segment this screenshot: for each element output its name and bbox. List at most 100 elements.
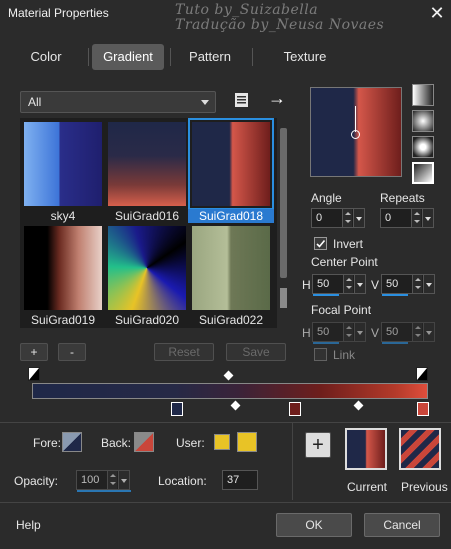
link-checkbox[interactable]: [314, 348, 327, 361]
angle-dropdown[interactable]: [353, 209, 364, 227]
focal-v-label: V: [371, 326, 380, 340]
center-h-label: H: [302, 278, 311, 292]
user-swatch-small[interactable]: [214, 434, 230, 450]
arrow-right-icon[interactable]: →: [268, 88, 286, 109]
tab-pattern[interactable]: Pattern: [174, 44, 246, 70]
category-value: All: [28, 95, 42, 109]
scrollbar-track[interactable]: [280, 128, 287, 278]
current-material-swatch[interactable]: [345, 428, 387, 470]
save-button[interactable]: Save: [226, 343, 286, 361]
vertical-divider: [292, 422, 293, 500]
transparency-midpoint[interactable]: [223, 370, 234, 381]
reset-button[interactable]: Reset: [154, 343, 214, 361]
close-icon[interactable]: ✕: [426, 2, 448, 24]
transparency-stop-end[interactable]: [416, 367, 428, 381]
current-label: Current: [347, 480, 388, 494]
center-v-spinner[interactable]: 50: [381, 274, 435, 296]
tab-texture[interactable]: Texture: [268, 44, 342, 70]
repeats-stepper-arrows[interactable]: [411, 209, 421, 227]
center-v-label: V: [371, 278, 380, 292]
color-stop-navy[interactable]: [171, 402, 183, 416]
angle-value: 0: [316, 212, 323, 224]
user-swatch[interactable]: [237, 432, 257, 452]
invert-checkbox[interactable]: [314, 237, 327, 250]
center-v-dropdown[interactable]: [423, 275, 434, 293]
center-v-slider[interactable]: [382, 294, 408, 296]
fore-label: Fore:: [33, 436, 62, 450]
focal-h-value: 50: [317, 326, 330, 338]
back-label: Back:: [101, 436, 132, 450]
sunburst-style-button[interactable]: [412, 136, 434, 158]
book-icon[interactable]: [234, 92, 250, 108]
transparency-stop-start[interactable]: [28, 367, 40, 381]
focal-v-spinner[interactable]: 50: [381, 322, 435, 344]
link-label: Link: [333, 348, 356, 362]
gallery-scrollbar[interactable]: [277, 118, 290, 328]
tab-separator: [252, 48, 253, 66]
location-field[interactable]: 37: [222, 470, 258, 490]
tab-gradient[interactable]: Gradient: [92, 44, 164, 70]
add-gradient-button[interactable]: +: [20, 343, 48, 361]
focal-v-stepper[interactable]: [412, 323, 422, 341]
color-midpoint[interactable]: [353, 400, 364, 411]
linear-style-button[interactable]: [412, 84, 434, 106]
center-h-spinner[interactable]: 50: [312, 274, 366, 296]
gradient-swatch: [192, 122, 270, 206]
center-h-dropdown[interactable]: [354, 275, 365, 293]
repeats-spinner[interactable]: 0: [380, 208, 434, 228]
radial-style-button[interactable]: [412, 162, 434, 184]
focal-v-dropdown[interactable]: [423, 323, 434, 341]
gradient-thumb-suigrad022[interactable]: SuiGrad022: [192, 226, 270, 327]
gradient-editor-bar[interactable]: [32, 383, 428, 399]
gradient-thumb-suigrad016[interactable]: SuiGrad016: [108, 122, 186, 223]
gradient-name: SuiGrad022: [198, 313, 264, 327]
focal-h-dropdown[interactable]: [354, 323, 365, 341]
opacity-dropdown[interactable]: [118, 471, 129, 489]
repeats-dropdown[interactable]: [422, 209, 433, 227]
focal-h-slider[interactable]: [313, 342, 339, 344]
category-dropdown[interactable]: All: [20, 91, 216, 113]
opacity-slider[interactable]: [77, 490, 131, 492]
gradient-thumb-suigrad018[interactable]: SuiGrad018: [188, 118, 274, 223]
location-label: Location:: [158, 474, 207, 488]
center-h-value: 50: [317, 278, 330, 290]
color-stop-darkred[interactable]: [289, 402, 301, 416]
gradient-preview[interactable]: [310, 87, 402, 177]
gradient-thumb-sky4[interactable]: sky4: [24, 122, 102, 223]
focal-h-stepper[interactable]: [343, 323, 353, 341]
gradient-name: SuiGrad018: [188, 209, 274, 223]
center-v-stepper[interactable]: [412, 275, 422, 293]
center-h-slider[interactable]: [313, 294, 339, 296]
repeats-label: Repeats: [380, 191, 425, 205]
gradient-name: SuiGrad020: [114, 313, 180, 327]
cancel-button[interactable]: Cancel: [364, 513, 440, 537]
fore-swatch[interactable]: [62, 432, 82, 452]
gradient-gallery: sky4 SuiGrad016 SuiGrad018 SuiGrad019 Su…: [20, 118, 290, 328]
angle-stepper-arrows[interactable]: [342, 209, 352, 227]
opacity-value: 100: [81, 474, 100, 486]
add-to-swatches-button[interactable]: +: [305, 432, 331, 458]
rectangular-style-button[interactable]: [412, 110, 434, 132]
opacity-spinner[interactable]: 100: [76, 470, 131, 492]
angle-spinner[interactable]: 0: [311, 208, 365, 228]
gradient-swatch: [108, 226, 186, 310]
color-midpoint[interactable]: [230, 400, 241, 411]
previous-material-swatch[interactable]: [399, 428, 441, 470]
scrollbar-thumb[interactable]: [280, 288, 287, 308]
gradient-name: SuiGrad019: [30, 313, 96, 327]
opacity-stepper[interactable]: [107, 471, 117, 489]
help-link[interactable]: Help: [16, 518, 41, 532]
focal-h-spinner[interactable]: 50: [312, 322, 366, 344]
watermark-line-2: Tradução by_Neusa Novaes: [175, 17, 385, 33]
tab-color[interactable]: Color: [10, 44, 82, 70]
color-stop-red[interactable]: [417, 402, 429, 416]
remove-gradient-button[interactable]: -: [58, 343, 86, 361]
gradient-thumb-suigrad020[interactable]: SuiGrad020: [108, 226, 186, 327]
gradient-thumb-suigrad019[interactable]: SuiGrad019: [24, 226, 102, 327]
focal-v-slider[interactable]: [382, 342, 408, 344]
center-point-handle[interactable]: [351, 130, 360, 139]
watermark-line-1: Tuto by_Suizabella: [175, 2, 319, 18]
back-swatch[interactable]: [134, 432, 154, 452]
ok-button[interactable]: OK: [276, 513, 352, 537]
center-h-stepper[interactable]: [343, 275, 353, 293]
